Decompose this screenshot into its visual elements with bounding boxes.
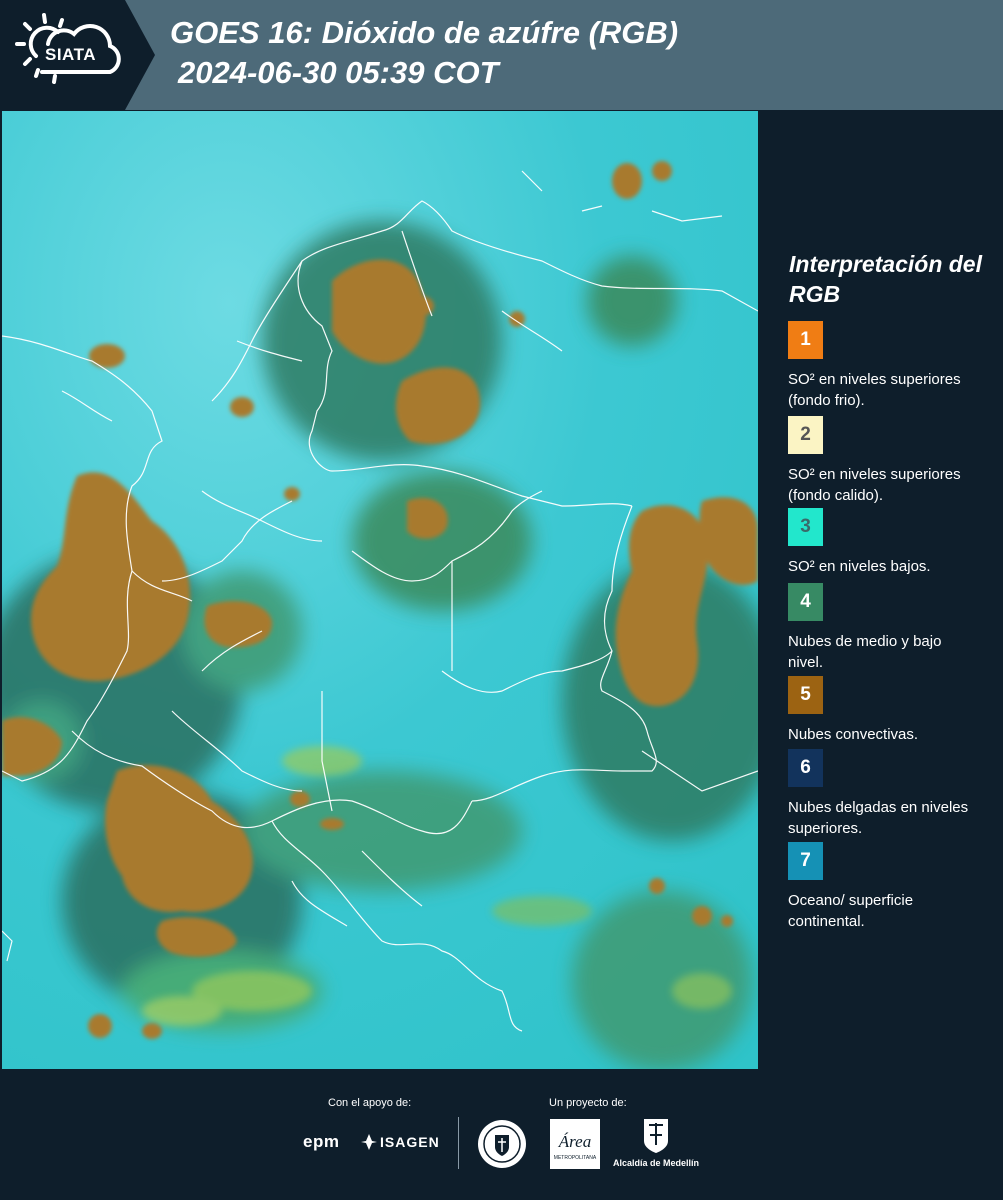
legend-swatch-5: 5 [788, 676, 823, 714]
satellite-image [2, 111, 758, 1069]
legend-number: 2 [800, 424, 811, 445]
satellite-map [2, 111, 758, 1069]
siata-logo: SIATA [0, 0, 155, 110]
legend-item-2: 2 SO² en niveles superiores (fondo calid… [788, 416, 998, 506]
legend-swatch-6: 6 [788, 749, 823, 787]
legend-number: 6 [800, 757, 811, 778]
footer: Con el apoyo de: Un proyecto de: epm ISA… [0, 1069, 1003, 1200]
legend-swatch-3: 3 [788, 508, 823, 546]
page-timestamp: 2024-06-30 05:39 COT [178, 55, 499, 90]
legend-number: 3 [800, 516, 811, 537]
legend-description: SO² en niveles superiores (fondo calido)… [788, 466, 961, 504]
project-label: Un proyecto de: [549, 1097, 627, 1109]
legend-item-3: 3 SO² en niveles bajos. [788, 508, 998, 577]
legend-item-5: 5 Nubes convectivas. [788, 676, 998, 745]
svg-text:Área: Área [558, 1132, 591, 1151]
legend-description: SO² en niveles superiores (fondo frio). [788, 371, 961, 409]
legend-number: 4 [800, 591, 811, 612]
logo-text: SIATA [45, 45, 96, 64]
header: SIATA GOES 16: Dióxido de azúfre (RGB) 2… [0, 0, 1003, 110]
legend-item-4: 4 Nubes de medio y bajo nivel. [788, 583, 998, 673]
legend-description: Nubes delgadas en niveles superiores. [788, 799, 969, 837]
legend-swatch-7: 7 [788, 842, 823, 880]
alcaldia-label: Alcaldía de Medellín [613, 1158, 700, 1168]
area-metropolitana-logo: Área METROPOLITANA [550, 1119, 600, 1169]
page-title: GOES 16: Dióxido de azúfre (RGB) [170, 15, 679, 50]
legend-swatch-2: 2 [788, 416, 823, 454]
legend-description: SO² en niveles bajos. [788, 558, 931, 575]
alcaldia-shield-icon [644, 1119, 668, 1153]
legend-title: Interpretación del RGB [789, 251, 982, 307]
isagen-icon [361, 1134, 377, 1150]
legend-swatch-4: 4 [788, 583, 823, 621]
legend-number: 7 [800, 850, 811, 871]
legend-item-1: 1 SO² en niveles superiores (fondo frio)… [788, 321, 998, 411]
legend-panel: Interpretación del RGB 1 SO² en niveles … [760, 111, 1003, 1069]
university-seal-icon [478, 1120, 526, 1168]
legend-number: 1 [800, 329, 811, 350]
isagen-logo: ISAGEN [380, 1134, 440, 1150]
legend-description: Nubes de medio y bajo nivel. [788, 633, 942, 671]
footer-divider [458, 1117, 459, 1169]
epm-logo: epm [303, 1132, 340, 1151]
legend-number: 5 [800, 684, 811, 705]
legend-item-7: 7 Oceano/ superficie continental. [788, 842, 998, 932]
legend-item-6: 6 Nubes delgadas en niveles superiores. [788, 749, 998, 839]
support-label: Con el apoyo de: [328, 1097, 412, 1109]
legend-description: Oceano/ superficie continental. [788, 892, 914, 930]
legend-description: Nubes convectivas. [788, 726, 919, 743]
svg-text:METROPOLITANA: METROPOLITANA [554, 1155, 597, 1161]
legend-swatch-1: 1 [788, 321, 823, 359]
